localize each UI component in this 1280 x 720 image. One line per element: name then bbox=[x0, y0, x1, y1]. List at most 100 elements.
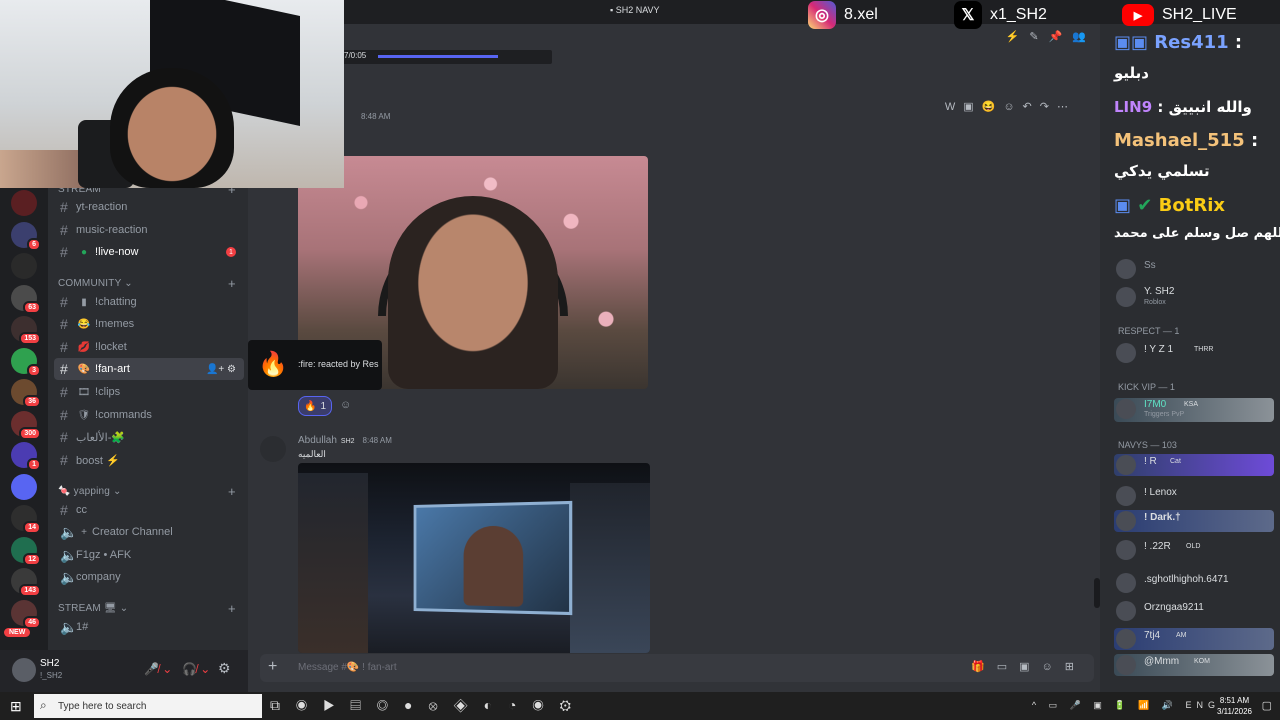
member[interactable]: .sghotlhighoh.6471 bbox=[1114, 572, 1274, 594]
composer-icons[interactable]: 🎁▭▣☺⊞ bbox=[971, 660, 1086, 673]
taskbar-search[interactable]: ⌕ Type here to search bbox=[34, 694, 262, 718]
server-icon[interactable] bbox=[11, 473, 37, 500]
server-icon[interactable]: 46 bbox=[11, 599, 41, 629]
server-icon[interactable]: 143 bbox=[11, 568, 41, 597]
channel-clips[interactable]: # 🎞 ! clips bbox=[54, 381, 244, 403]
server-badge: 300 bbox=[19, 426, 41, 440]
server-icon[interactable]: 153 bbox=[11, 316, 41, 345]
server-badge: 3 bbox=[27, 363, 41, 377]
clock[interactable]: 8:51 AM 3/11/2026 bbox=[1217, 695, 1252, 717]
channel-live-now[interactable]: # ● ! live-now 1 bbox=[54, 241, 244, 263]
server-icon[interactable]: 1 bbox=[11, 442, 41, 471]
message-author[interactable]: Abdullah SH2 8:48 AM bbox=[298, 435, 392, 446]
channel-locket[interactable]: # 💋 ! locket bbox=[54, 336, 244, 358]
category-community[interactable]: COMMUNITY ⌄ + bbox=[58, 276, 236, 291]
member-category-respect: RESPECT — 1 bbox=[1118, 326, 1180, 336]
youtube-handle: ▶ SH2_LIVE bbox=[1122, 0, 1237, 30]
server-icon[interactable]: 36 bbox=[11, 379, 41, 408]
avatar[interactable] bbox=[260, 436, 286, 462]
headphones-muted-icon[interactable]: 🎧̸ ⌄ bbox=[182, 662, 210, 676]
member[interactable]: ! Y Z 1 THRR bbox=[1114, 342, 1274, 364]
message-timestamp: 8:48 AM bbox=[361, 112, 391, 121]
composer-placeholder: Message #🎨 ! fan-art bbox=[298, 662, 397, 673]
channel-commands[interactable]: # 🛡 ! commands bbox=[54, 404, 244, 426]
windows-start-icon[interactable]: ⊞ bbox=[10, 698, 22, 715]
channel-music-reaction[interactable]: # music-reaction bbox=[54, 219, 244, 241]
fire-icon: 🔥 bbox=[258, 351, 288, 378]
gear-icon[interactable]: ⚙ bbox=[218, 660, 231, 677]
chat-text: دبليو bbox=[1114, 64, 1149, 82]
voice-creator-channel[interactable]: 🔈 + Creator Channel bbox=[54, 521, 244, 543]
chat-line: LIN9 : والله انبييق bbox=[1114, 98, 1252, 116]
member[interactable]: @Mmm KOM bbox=[1114, 654, 1274, 676]
member[interactable]: Orzngaa9211 bbox=[1114, 600, 1274, 622]
server-icon[interactable]: 3 bbox=[11, 347, 41, 377]
server-badge: 14 bbox=[23, 521, 41, 534]
member[interactable]: ! Lenox bbox=[1114, 485, 1274, 507]
member[interactable]: 7tj4 AM bbox=[1114, 628, 1274, 650]
channel-games[interactable]: # الألعاب-🧩 bbox=[54, 426, 244, 448]
server-icon[interactable]: 63 bbox=[11, 284, 41, 314]
stream-chat-overlay: ▣▣ Res411 : دبليو LIN9 : والله انبييق Ma… bbox=[1110, 30, 1280, 250]
fire-reaction-button[interactable]: 🔥 1 bbox=[298, 396, 332, 416]
new-badge: NEW bbox=[4, 628, 31, 637]
user-panel: SH2 !_SH2 🎤̸ ⌄ 🎧̸ ⌄ ⚙ bbox=[0, 650, 248, 692]
taskbar: ⊞ ⌕ Type here to search ⧉◉▶▤◎●⊗◈◐◔◉⚙ ^ ▭ … bbox=[0, 692, 1280, 720]
avatar[interactable] bbox=[12, 658, 36, 682]
server-badge: 1 bbox=[27, 458, 41, 471]
server-icon[interactable] bbox=[11, 253, 37, 279]
member[interactable]: ! R Cat bbox=[1114, 454, 1274, 476]
server-icon[interactable]: 12 bbox=[11, 536, 41, 566]
member[interactable]: I7M0 KSA Triggers PvP bbox=[1114, 398, 1274, 422]
video-progress[interactable] bbox=[378, 55, 498, 58]
server-icon[interactable]: 300 bbox=[11, 410, 41, 440]
member[interactable]: ! .22R OLD bbox=[1114, 539, 1274, 561]
server-badge: 12 bbox=[23, 552, 41, 566]
server-badge: 153 bbox=[19, 332, 41, 345]
speaker-icon: 🔈 bbox=[60, 546, 78, 563]
server-badge: 63 bbox=[23, 300, 41, 314]
server-icon[interactable]: 6 bbox=[11, 221, 41, 251]
billboard-image[interactable] bbox=[298, 463, 650, 653]
server-rail: 6 63 153 3 36 300 1 14 12 143 46 bbox=[0, 188, 48, 650]
channel-boost[interactable]: # boost ⚡ bbox=[54, 449, 244, 471]
chat-text: تسلمي يدكي bbox=[1114, 162, 1210, 180]
member[interactable]: ! Dark.† bbox=[1114, 510, 1274, 532]
system-tray[interactable]: ^ ▭ 🎤 ▣ 🔋 📶 🔊 ENG bbox=[1032, 700, 1220, 711]
youtube-icon: ▶ bbox=[1122, 4, 1154, 26]
video-controls[interactable]: 7/0:05 bbox=[338, 50, 552, 64]
server-icon[interactable]: 14 bbox=[11, 505, 41, 534]
server-icon[interactable] bbox=[11, 190, 37, 216]
webcam-overlay bbox=[0, 0, 344, 188]
voice-company[interactable]: 🔈 company bbox=[54, 566, 244, 588]
message-composer[interactable]: + Message #🎨 ! fan-art 🎁▭▣☺⊞ bbox=[260, 654, 1094, 682]
member[interactable]: Y. SH2 Roblox bbox=[1114, 286, 1274, 308]
voice-f1gz-afk[interactable]: 🔈 F1gz • AFK bbox=[54, 544, 244, 566]
chat-line: Mashael_515 : bbox=[1114, 130, 1259, 151]
reaction-tooltip: 🔥 :fire: reacted by Res bbox=[248, 340, 382, 390]
header-toolbar[interactable]: ⚡✎📌👥 bbox=[1006, 30, 1096, 43]
member[interactable]: Ss bbox=[1114, 258, 1274, 280]
add-reaction-icon[interactable]: ☺ bbox=[340, 399, 351, 411]
channel-settings-icon[interactable]: 👤+ ⚙ bbox=[206, 364, 236, 375]
instagram-handle: ◎ 8.xel bbox=[808, 0, 878, 30]
member-category-kickvip: KICK VIP — 1 bbox=[1118, 382, 1175, 392]
x-icon: 𝕏 bbox=[954, 1, 982, 29]
chat-area: ▪ SH2 NAVY ⚡✎📌👥 7/0:05 8:48 AM W▣😆☺↶↷⋯ 🔥… bbox=[248, 0, 1100, 692]
add-attachment-icon[interactable]: + bbox=[268, 658, 277, 676]
member-category-navys: NAVYs — 103 bbox=[1118, 440, 1177, 450]
channel-fan-art[interactable]: # 🎨 ! fan-art 👤+ ⚙ bbox=[54, 358, 244, 380]
category-stream-2[interactable]: STREAM 🖥 ⌄ + bbox=[58, 601, 236, 616]
channel-yt-reaction[interactable]: # yt-reaction bbox=[54, 196, 244, 218]
notification-icon[interactable]: ▢ bbox=[1262, 699, 1272, 712]
taskbar-apps[interactable]: ⧉◉▶▤◎●⊗◈◐◔◉⚙ bbox=[270, 697, 587, 714]
channel-cc[interactable]: # cc bbox=[54, 499, 244, 521]
message-actions[interactable]: W▣😆☺↶↷⋯ bbox=[945, 100, 1076, 113]
voice-1[interactable]: 🔈 1# bbox=[54, 616, 244, 638]
channel-memes[interactable]: # 😂 ! memes bbox=[54, 313, 244, 335]
chat-line: ▣ ✔ BotRix bbox=[1114, 195, 1225, 216]
channel-chatting[interactable]: # ▮ ! chatting bbox=[54, 291, 244, 313]
category-yapping[interactable]: 🍬 yapping ⌄ + bbox=[58, 484, 236, 499]
mic-muted-icon[interactable]: 🎤̸ ⌄ bbox=[144, 662, 172, 676]
chat-line: ▣▣ Res411 : bbox=[1114, 32, 1243, 53]
